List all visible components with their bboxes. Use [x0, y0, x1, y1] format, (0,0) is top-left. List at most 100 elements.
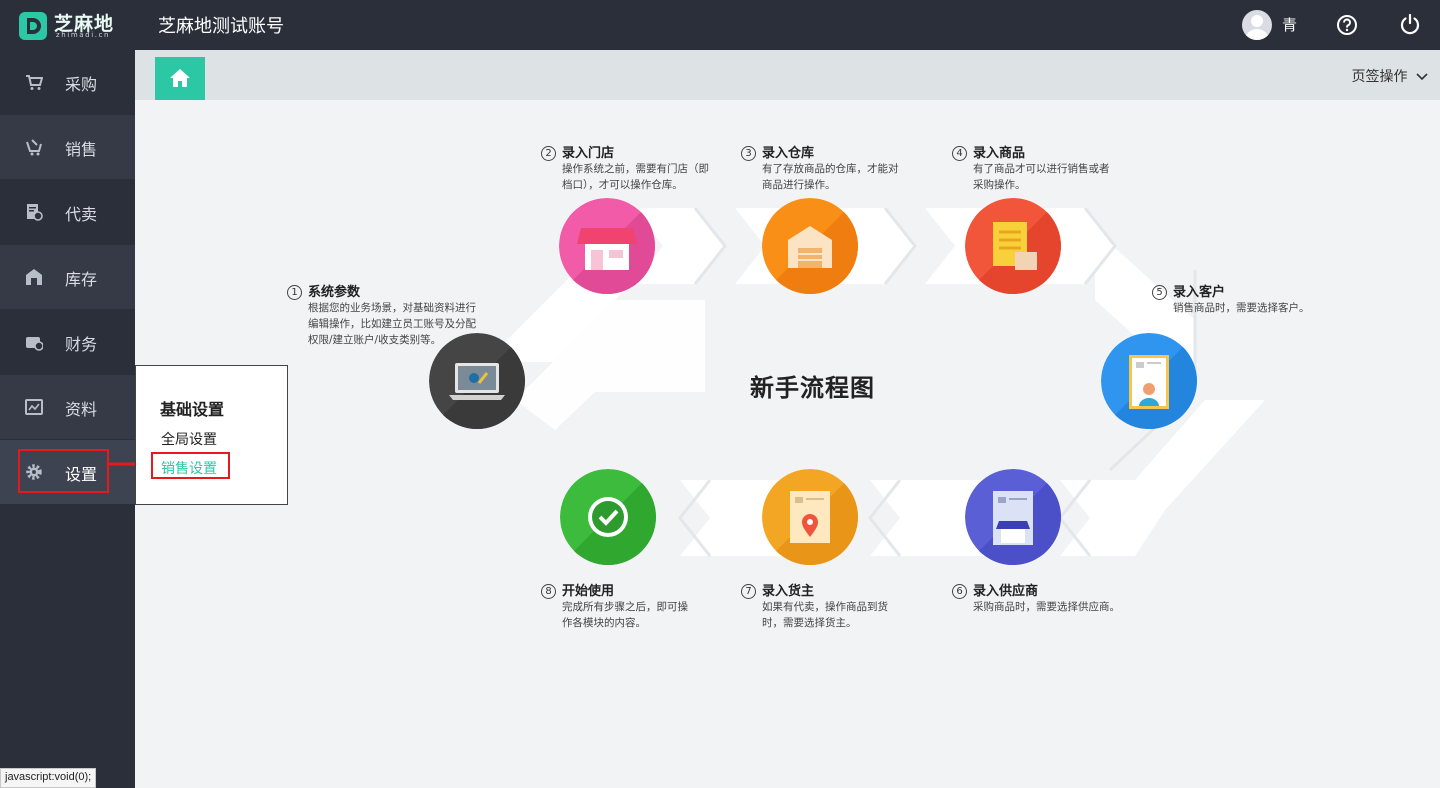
step-2: 2 录入门店 操作系统之前，需要有门店（即 档口），才可以操作仓库。 — [541, 142, 741, 191]
step-title: 录入客户 — [1173, 285, 1226, 300]
sidebar-item-label: 代卖 — [65, 205, 98, 224]
global-settings-link[interactable]: 全局设置 — [161, 429, 217, 449]
warehouse-icon — [26, 269, 42, 285]
sidebar-item-data[interactable]: 资料 — [0, 375, 135, 439]
step-number: 3 — [741, 146, 756, 161]
step-title: 录入供应商 — [973, 584, 1039, 599]
step-6: 6 录入供应商 采购商品时，需要选择供应商。 — [952, 580, 1152, 613]
logo-mark-icon — [19, 12, 47, 40]
step-4-circle[interactable] — [965, 198, 1061, 294]
step-number: 2 — [541, 146, 556, 161]
step-title: 录入仓库 — [762, 146, 815, 161]
step-2-circle[interactable] — [559, 198, 655, 294]
step-desc-line: 采购操作。 — [973, 179, 1026, 191]
store-icon — [559, 198, 655, 294]
home-icon — [170, 69, 190, 87]
step-number: 1 — [287, 285, 302, 300]
consignor-icon — [762, 469, 858, 565]
step-number: 7 — [741, 584, 756, 599]
step-description: 有了存放商品的仓库，才能对 商品进行操作。 — [762, 161, 899, 193]
tab-home[interactable] — [155, 57, 205, 100]
settings-highlight-box — [18, 449, 109, 493]
step-3-circle[interactable] — [762, 198, 858, 294]
step-5: 5 录入客户 销售商品时，需要选择客户。 — [1152, 281, 1352, 314]
cart-icon — [26, 75, 43, 90]
step-3: 3 录入仓库 有了存放商品的仓库，才能对 商品进行操作。 — [741, 142, 941, 191]
step-title: 开始使用 — [562, 584, 615, 599]
step-1-circle[interactable] — [429, 333, 525, 429]
step-8-circle[interactable] — [560, 469, 656, 565]
tabs-bar: 页签操作 — [135, 50, 1440, 100]
help-icon[interactable] — [1336, 14, 1358, 36]
warehouse-icon — [762, 198, 858, 294]
user-avatar[interactable] — [1242, 10, 1272, 40]
step-description: 操作系统之前，需要有门店（即 档口），才可以操作仓库。 — [562, 161, 709, 193]
step-number: 5 — [1152, 285, 1167, 300]
checkmark-icon — [560, 469, 656, 565]
logo[interactable]: 芝麻地 zhimadi.cn — [18, 9, 130, 41]
sidebar-item-inventory[interactable]: 库存 — [0, 245, 135, 309]
step-7-circle[interactable] — [762, 469, 858, 565]
step-number: 8 — [541, 584, 556, 599]
sidebar-item-finance[interactable]: 财务 — [0, 310, 135, 374]
sale-cart-icon — [26, 139, 42, 156]
sidebar-item-label: 采购 — [65, 75, 98, 94]
top-bar: 芝麻地 zhimadi.cn 芝麻地测试账号 青 — [0, 0, 1440, 50]
step-desc-line: 有了商品才可以进行销售或者 — [973, 163, 1110, 175]
sidebar-item-sales[interactable]: 销售 — [0, 115, 135, 179]
step-desc-line: 有了存放商品的仓库，才能对 — [762, 163, 899, 175]
step-title: 录入商品 — [973, 146, 1026, 161]
step-desc-line: 档口），才可以操作仓库。 — [562, 179, 683, 191]
product-icon — [965, 198, 1061, 294]
user-name[interactable]: 青 — [1282, 14, 1297, 35]
chevron-down-icon — [1416, 73, 1428, 81]
step-description: 有了商品才可以进行销售或者 采购操作。 — [973, 161, 1110, 193]
sidebar-item-label: 销售 — [65, 140, 98, 159]
laptop-settings-icon — [429, 333, 525, 429]
step-desc-line: 时，需要选择货主。 — [762, 617, 857, 629]
customer-icon — [1101, 333, 1197, 429]
step-desc-line: 编辑操作，比如建立员工账号及分配 — [308, 318, 476, 330]
power-icon[interactable] — [1399, 13, 1421, 35]
step-description: 如果有代卖，操作商品到货 时，需要选择货主。 — [762, 599, 888, 631]
sidebar-item-consignment[interactable]: 代卖 — [0, 180, 135, 244]
settings-popup-menu: 基础设置 全局设置 销售设置 — [135, 365, 288, 505]
supplier-icon — [965, 469, 1061, 565]
step-number: 6 — [952, 584, 967, 599]
step-5-circle[interactable] — [1101, 333, 1197, 429]
user-icon — [1245, 15, 1269, 40]
consign-icon — [27, 204, 43, 221]
step-desc-line: 根据您的业务场景，对基础资料进行 — [308, 302, 476, 314]
step-desc-line: 如果有代卖，操作商品到货 — [762, 601, 888, 613]
step-6-circle[interactable] — [965, 469, 1061, 565]
step-desc-line: 商品进行操作。 — [762, 179, 836, 191]
step-description: 采购商品时，需要选择供应商。 — [973, 599, 1120, 615]
sidebar-item-purchase[interactable]: 采购 — [0, 50, 135, 114]
step-4: 4 录入商品 有了商品才可以进行销售或者 采购操作。 — [952, 142, 1152, 191]
sales-settings-highlight-box — [151, 452, 230, 479]
tab-operations-label: 页签操作 — [1351, 69, 1408, 85]
status-bar-url: javascript:void(0); — [0, 768, 97, 788]
account-name: 芝麻地测试账号 — [158, 16, 284, 37]
step-number: 4 — [952, 146, 967, 161]
step-title: 系统参数 — [308, 285, 361, 300]
step-desc-line: 操作系统之前，需要有门店（即 — [562, 163, 709, 175]
step-desc-line: 完成所有步骤之后，即可操 — [562, 601, 688, 613]
step-desc-line: 销售商品时，需要选择客户。 — [1173, 302, 1310, 314]
tab-operations-dropdown[interactable]: 页签操作 — [1352, 66, 1428, 86]
step-title: 录入货主 — [762, 584, 815, 599]
step-desc-line: 采购商品时，需要选择供应商。 — [973, 601, 1120, 613]
step-description: 销售商品时，需要选择客户。 — [1173, 300, 1310, 316]
sidebar-item-label: 库存 — [65, 270, 98, 289]
step-desc-line: 作各模块的内容。 — [562, 617, 646, 629]
sidebar-item-label: 资料 — [65, 400, 98, 419]
main-content: 新手流程图 1 系统参数 根据您的业务场景，对基础资料进行 编辑操作，比如建立员工… — [135, 100, 1440, 788]
step-description: 完成所有步骤之后，即可操 作各模块的内容。 — [562, 599, 688, 631]
sidebar: 采购 销售 代卖 库存 财务 资料 设置 — [0, 50, 135, 788]
step-title: 录入门店 — [562, 146, 615, 161]
logo-subtext: zhimadi.cn — [56, 31, 111, 39]
popup-title: 基础设置 — [160, 400, 225, 419]
step-7: 7 录入货主 如果有代卖，操作商品到货 时，需要选择货主。 — [741, 580, 941, 629]
sidebar-item-label: 财务 — [65, 335, 98, 354]
step-8: 8 开始使用 完成所有步骤之后，即可操 作各模块的内容。 — [541, 580, 741, 629]
